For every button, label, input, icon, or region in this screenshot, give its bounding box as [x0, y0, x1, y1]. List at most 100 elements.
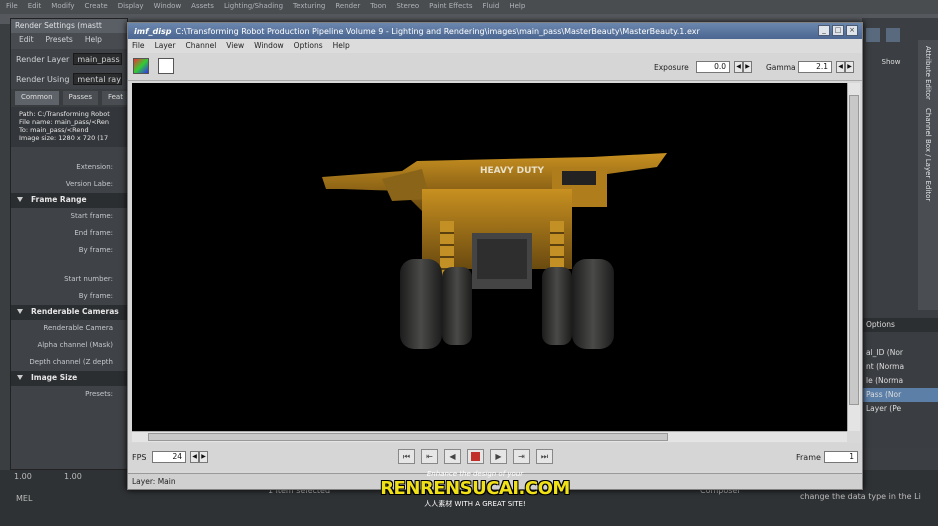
maya-menu-item[interactable]: Stereo: [396, 2, 419, 12]
rendered-truck-image: HEAVY DUTY: [322, 153, 667, 349]
panel-icon[interactable]: [886, 28, 900, 42]
go-to-start-button[interactable]: ⏮: [398, 449, 415, 464]
menu-options[interactable]: Options: [294, 41, 323, 51]
tab-common[interactable]: Common: [15, 91, 59, 105]
menu-help[interactable]: Help: [333, 41, 350, 51]
tab-features[interactable]: Feat: [101, 91, 129, 105]
menu-channel[interactable]: Channel: [185, 41, 216, 51]
arrow-left-icon: ◀: [190, 451, 199, 463]
menu-window[interactable]: Window: [254, 41, 284, 51]
alpha-channel-icon[interactable]: [158, 58, 174, 74]
menu-presets[interactable]: Presets: [46, 35, 73, 47]
list-item[interactable]: nt (Norma: [862, 360, 938, 374]
maya-menu-item[interactable]: Window: [154, 2, 182, 12]
image-canvas[interactable]: HEAVY DUTY: [132, 83, 847, 431]
maya-menu-item[interactable]: Assets: [191, 2, 214, 12]
horizontal-scroll-thumb[interactable]: [148, 433, 668, 441]
tab-channel-box[interactable]: Channel Box / Layer Editor: [924, 108, 932, 201]
section-frame-range[interactable]: Frame Range: [11, 193, 127, 208]
gamma-spinner[interactable]: ◀ ▶: [836, 61, 854, 73]
exposure-spinner[interactable]: ◀ ▶: [734, 61, 752, 73]
show-label[interactable]: Show: [866, 58, 916, 66]
watermark-sub: 人人素材 WITH A GREAT SITE!: [424, 500, 526, 508]
alpha-channel-label: Alpha channel (Mask): [37, 341, 113, 349]
maya-menu-item[interactable]: Lighting/Shading: [224, 2, 283, 12]
arrow-right-icon: ▶: [743, 61, 752, 73]
extension-label: Extension:: [76, 163, 113, 171]
expand-triangle-icon: [17, 197, 23, 202]
minimize-button[interactable]: _: [818, 25, 830, 36]
window-title-path: C:\Transforming Robot Production Pipelin…: [175, 26, 700, 36]
step-forward-button[interactable]: ⇥: [513, 449, 530, 464]
version-label: Version Labe:: [65, 180, 113, 188]
maya-menu-item[interactable]: File: [6, 2, 18, 12]
fps-spinner[interactable]: ◀ ▶: [190, 451, 208, 463]
maximize-button[interactable]: □: [832, 25, 844, 36]
render-layer-dropdown[interactable]: main_pass: [73, 53, 122, 65]
maya-menu-item[interactable]: Display: [118, 2, 144, 12]
maya-menu-item[interactable]: Create: [84, 2, 107, 12]
menu-edit[interactable]: Edit: [19, 35, 34, 47]
section-renderable-cameras[interactable]: Renderable Cameras: [11, 305, 127, 320]
render-using-label: Render Using: [16, 74, 70, 84]
list-item-selected[interactable]: Pass (Nor: [862, 388, 938, 402]
fps-field[interactable]: 24: [152, 451, 186, 463]
vertical-scrollbar[interactable]: [847, 83, 860, 431]
maya-menu-item[interactable]: Paint Effects: [429, 2, 472, 12]
maya-menu-item[interactable]: Toon: [370, 2, 386, 12]
menu-file[interactable]: File: [132, 41, 145, 51]
truck-label: HEAVY DUTY: [480, 166, 545, 176]
expand-triangle-icon: [17, 375, 23, 380]
renderable-camera-label: Renderable Camera: [43, 324, 113, 332]
panel-icon[interactable]: [866, 28, 880, 42]
render-view-toolbar: Exposure 0.0 ◀ ▶ Gamma 2.1 ◀ ▶: [128, 53, 862, 81]
start-number-label: Start number:: [64, 275, 113, 283]
options-menu[interactable]: Options: [862, 318, 938, 332]
render-settings-tabs: Common Passes Feat: [11, 89, 129, 107]
list-item[interactable]: Layer (Pe: [862, 402, 938, 416]
depth-channel-label: Depth channel (Z depth: [29, 358, 113, 366]
play-backward-button[interactable]: ◀: [444, 449, 461, 464]
render-settings-menubar: Edit Presets Help: [11, 33, 127, 49]
render-view-titlebar[interactable]: imf_disp C:\Transforming Robot Productio…: [128, 23, 862, 39]
info-to: To: main_pass/<Rend: [19, 126, 89, 134]
vertical-scroll-thumb[interactable]: [849, 95, 859, 405]
gamma-field[interactable]: 2.1: [798, 61, 832, 73]
step-back-button[interactable]: ⇤: [421, 449, 438, 464]
stop-button[interactable]: [467, 449, 484, 464]
color-channels-icon[interactable]: [133, 58, 149, 74]
tab-attribute-editor[interactable]: Attribute Editor: [924, 46, 932, 100]
menu-help[interactable]: Help: [85, 35, 102, 47]
playback-bar: FPS 24 ◀ ▶ ⏮ ⇤ ◀ ▶ ⇥ ⏭ Frame 1: [128, 443, 862, 471]
maya-menu-item[interactable]: Edit: [28, 2, 42, 12]
play-forward-button[interactable]: ▶: [490, 449, 507, 464]
arrow-right-icon: ▶: [845, 61, 854, 73]
list-item[interactable]: al_ID (Nor: [862, 346, 938, 360]
menu-layer[interactable]: Layer: [155, 41, 176, 51]
maya-menu-item[interactable]: Texturing: [293, 2, 325, 12]
maya-menu-item[interactable]: Modify: [51, 2, 74, 12]
frame-end-field[interactable]: 1.00: [64, 472, 82, 481]
maya-menu-item[interactable]: Fluid: [483, 2, 500, 12]
vertical-tab-strip: Attribute Editor Channel Box / Layer Edi…: [918, 40, 938, 310]
watermark-main: RENRENSUCAI.COM: [380, 478, 570, 499]
frame-start-field[interactable]: 1.00: [14, 472, 32, 481]
frame-field[interactable]: 1: [824, 451, 858, 463]
render-using-dropdown[interactable]: mental ray: [73, 73, 122, 85]
horizontal-scrollbar[interactable]: [132, 431, 847, 442]
go-to-end-button[interactable]: ⏭: [536, 449, 553, 464]
section-image-size[interactable]: Image Size: [11, 371, 127, 386]
close-button[interactable]: ×: [846, 25, 858, 36]
list-item[interactable]: le (Norma: [862, 374, 938, 388]
maya-menu-item[interactable]: Render: [335, 2, 360, 12]
exposure-field[interactable]: 0.0: [696, 61, 730, 73]
maya-menu-item[interactable]: Help: [509, 2, 525, 12]
exposure-label: Exposure: [654, 63, 689, 72]
presets-label: Presets:: [85, 390, 113, 398]
menu-view[interactable]: View: [226, 41, 244, 51]
window-controls: _ □ ×: [818, 25, 858, 36]
expand-triangle-icon: [17, 309, 23, 314]
tab-passes[interactable]: Passes: [62, 91, 98, 105]
arrow-left-icon: ◀: [734, 61, 743, 73]
render-layer-row: Render Layer main_pass: [11, 49, 127, 69]
